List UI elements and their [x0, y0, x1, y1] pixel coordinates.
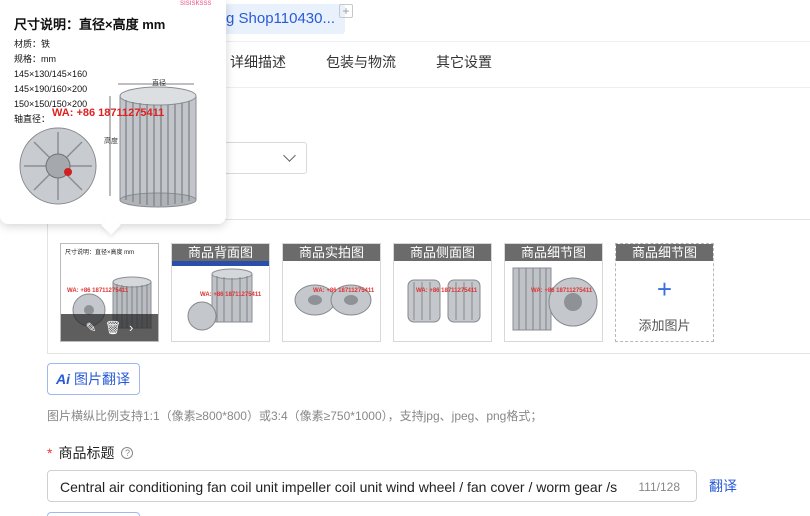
add-shop-button[interactable]: + [339, 4, 353, 18]
image-action-bar: ✎ 🗑 › [61, 314, 158, 341]
image-preview-popup: sisisksss 尺寸说明：直径×高度 mm 材质：铁 规格：mm 145×1… [0, 0, 226, 224]
image-translate-label: 图片翻译 [74, 371, 130, 387]
tab-bar: 详细描述 包装与物流 其它设置 [230, 52, 532, 72]
popup-watermark: WA: +86 18711275411 [52, 107, 165, 119]
product-title-label: * 商品标题 ? [47, 443, 134, 463]
image-watermark: WA: +86 18711275411 [67, 288, 129, 294]
image-slot-label: 商品侧面图 [394, 244, 491, 261]
chevron-right-icon[interactable]: › [129, 320, 133, 335]
diameter-label: 直径 [152, 80, 166, 87]
image-watermark: WA: +86 18711275411 [313, 288, 375, 294]
image-banner [172, 261, 269, 266]
product-image-detail[interactable]: 商品细节图 WA: +86 18711275411 [504, 243, 603, 342]
image-watermark: WA: +86 18711275411 [416, 288, 478, 294]
product-title-value[interactable]: Central air conditioning fan coil unit i… [60, 479, 625, 495]
product-image-main[interactable]: WA: +86 18711275411 尺寸说明：直径×高度 mm ✎ 🗑 › [60, 243, 159, 342]
product-title-text: 商品标题 [58, 445, 115, 461]
tab-packaging-logistics[interactable]: 包装与物流 [326, 52, 396, 72]
shop-tag[interactable]: g Shop110430... [216, 4, 345, 34]
chevron-down-icon [283, 149, 296, 162]
product-image-side[interactable]: 商品侧面图 WA: +86 18711275411 [393, 243, 492, 342]
char-counter: 111/128 [638, 480, 680, 494]
image-translate-button[interactable]: Ai 图片翻译 [47, 363, 140, 395]
bottom-button[interactable] [47, 512, 140, 516]
edit-icon[interactable]: ✎ [86, 320, 97, 336]
required-mark: * [47, 445, 53, 461]
image-slot-label: 商品实拍图 [283, 244, 380, 261]
translate-link[interactable]: 翻译 [709, 476, 737, 496]
image-slot-label: 商品细节图 [505, 244, 602, 261]
image-slot-label: 商品背面图 [172, 244, 269, 261]
image-watermark: WA: +86 18711275411 [531, 288, 593, 294]
help-icon[interactable]: ? [121, 447, 134, 459]
product-image-back[interactable]: 商品背面图 WA: +86 18711275411 [171, 243, 270, 342]
image-caption: 尺寸说明：直径×高度 mm [65, 250, 135, 256]
height-label: 高度 [104, 138, 118, 145]
image-slot-label: 商品细节图 [616, 244, 713, 261]
add-image-text: 添加图片 [638, 318, 691, 333]
product-image-real[interactable]: 商品实拍图 WA: +86 18711275411 [282, 243, 381, 342]
product-title-input[interactable]: Central air conditioning fan coil unit i… [47, 470, 697, 502]
ai-icon: Ai [56, 371, 70, 387]
tab-other-settings[interactable]: 其它设置 [436, 52, 492, 72]
trash-icon[interactable]: 🗑 [105, 320, 122, 336]
tab-detail-description[interactable]: 详细描述 [230, 52, 286, 72]
add-image-slot[interactable]: 商品细节图 + 添加图片 [615, 243, 714, 342]
plus-icon: + [656, 274, 673, 304]
image-format-hint: 图片横纵比例支持1:1（像素≥800*800）或3:4（像素≥750*1000）… [47, 409, 543, 423]
image-watermark: WA: +86 18711275411 [200, 292, 262, 298]
